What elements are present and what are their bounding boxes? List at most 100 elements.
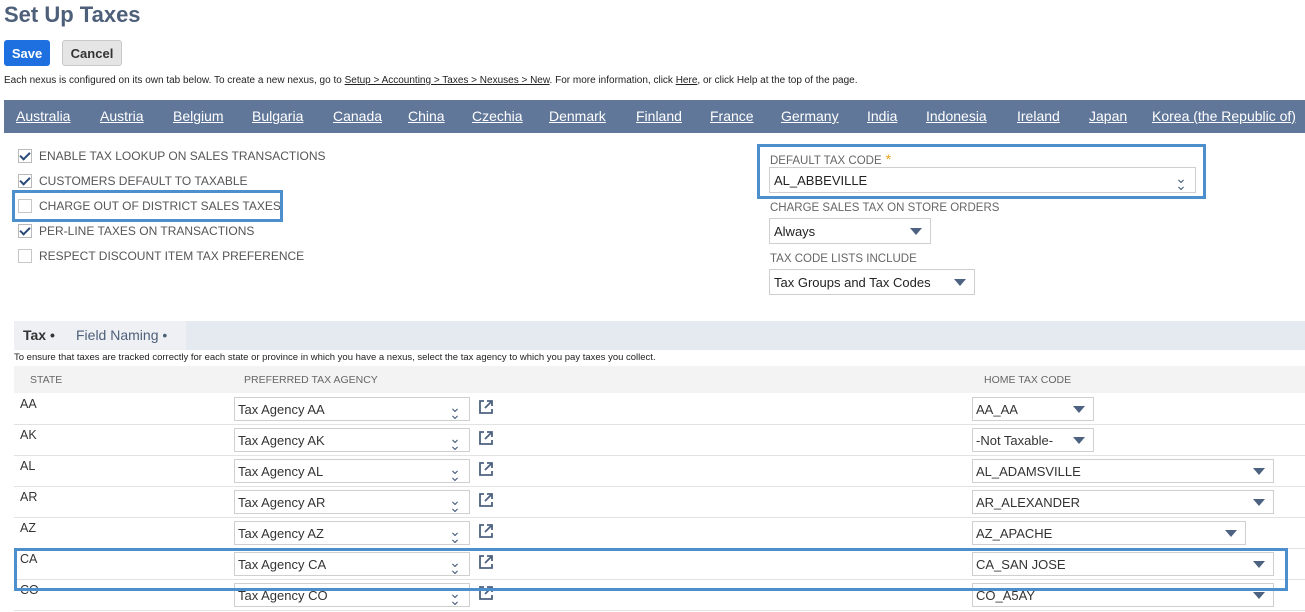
select-value: CA_SAN JOSE bbox=[976, 556, 1066, 572]
checkbox[interactable] bbox=[18, 174, 32, 188]
select-value: Tax Groups and Tax Codes bbox=[774, 274, 931, 290]
table-row: CO Tax Agency CO ⌄ ⌄ CO_A5AY bbox=[14, 579, 1305, 611]
dropdown-arrow-icon bbox=[954, 278, 966, 286]
double-chevron-icon: ⌄ ⌄ bbox=[1175, 170, 1187, 193]
home-tax-code-select[interactable]: -Not Taxable- bbox=[972, 428, 1094, 452]
nexus-setup-link[interactable]: Setup > Accounting > Taxes > Nexuses > N… bbox=[345, 75, 550, 86]
open-external-icon[interactable] bbox=[478, 430, 494, 446]
option-customers-default-taxable[interactable]: CUSTOMERS DEFAULT TO TAXABLE bbox=[18, 172, 248, 190]
option-respect-discount[interactable]: RESPECT DISCOUNT ITEM TAX PREFERENCE bbox=[18, 247, 304, 265]
tab-field-naming[interactable]: Field Naming • bbox=[76, 327, 167, 343]
double-chevron-icon: ⌄ ⌄ bbox=[449, 523, 461, 546]
tab-indonesia[interactable]: Indonesia bbox=[926, 100, 987, 133]
preferred-agency-select[interactable]: Tax Agency AL ⌄ ⌄ bbox=[234, 459, 470, 483]
tab-korea[interactable]: Korea (the Republic of) bbox=[1152, 100, 1296, 133]
checkbox[interactable] bbox=[18, 224, 32, 238]
info-mid: . For more information, click bbox=[549, 75, 676, 86]
save-button[interactable]: Save bbox=[4, 40, 50, 66]
tab-tax[interactable]: Tax • bbox=[23, 327, 55, 343]
select-value: Tax Agency CA bbox=[238, 556, 327, 572]
tab-czechia[interactable]: Czechia bbox=[472, 100, 523, 133]
preferred-agency-select[interactable]: Tax Agency CA ⌄ ⌄ bbox=[234, 552, 470, 576]
open-external-icon[interactable] bbox=[478, 399, 494, 415]
default-tax-code-select[interactable]: AL_ABBEVILLE ⌄ ⌄ bbox=[769, 167, 1196, 193]
select-value: Always bbox=[774, 223, 816, 239]
state-cell: AL bbox=[20, 459, 36, 473]
dropdown-arrow-icon bbox=[1073, 436, 1085, 444]
state-cell: CA bbox=[20, 552, 38, 566]
cancel-button[interactable]: Cancel bbox=[62, 40, 122, 66]
home-tax-code-select[interactable]: CO_A5AY bbox=[972, 583, 1274, 607]
tab-japan[interactable]: Japan bbox=[1089, 100, 1127, 133]
tab-germany[interactable]: Germany bbox=[781, 100, 839, 133]
select-value: Tax Agency AR bbox=[238, 494, 326, 510]
home-tax-code-select[interactable]: AL_ADAMSVILLE bbox=[972, 459, 1274, 483]
tab-ireland[interactable]: Ireland bbox=[1017, 100, 1060, 133]
select-value: Tax Agency AK bbox=[238, 432, 325, 448]
state-cell: AZ bbox=[20, 521, 36, 535]
table-row: AR Tax Agency AR ⌄ ⌄ AR_ALEXANDER bbox=[14, 486, 1305, 518]
table-row: CA Tax Agency CA ⌄ ⌄ CA_SAN JOSE bbox=[14, 548, 1305, 580]
tab-finland[interactable]: Finland bbox=[636, 100, 682, 133]
open-external-icon[interactable] bbox=[478, 585, 494, 601]
preferred-agency-select[interactable]: Tax Agency AZ ⌄ ⌄ bbox=[234, 521, 470, 545]
preferred-agency-select[interactable]: Tax Agency AA ⌄ ⌄ bbox=[234, 397, 470, 421]
select-value: Tax Agency AZ bbox=[238, 525, 324, 541]
option-charge-out-of-district[interactable]: CHARGE OUT OF DISTRICT SALES TAXES bbox=[18, 197, 281, 215]
open-external-icon[interactable] bbox=[478, 554, 494, 570]
tab-canada[interactable]: Canada bbox=[333, 100, 382, 133]
tab-china[interactable]: China bbox=[408, 100, 445, 133]
dropdown-arrow-icon bbox=[1253, 498, 1265, 506]
tab-india[interactable]: India bbox=[867, 100, 897, 133]
help-here-link[interactable]: Here bbox=[676, 75, 698, 86]
select-value: Tax Agency CO bbox=[238, 587, 328, 603]
tab-tax-label: Tax bbox=[23, 327, 47, 343]
store-orders-select[interactable]: Always bbox=[769, 218, 931, 244]
preferred-agency-select[interactable]: Tax Agency CO ⌄ ⌄ bbox=[234, 583, 470, 607]
preferred-agency-select[interactable]: Tax Agency AK ⌄ ⌄ bbox=[234, 428, 470, 452]
tab-austria[interactable]: Austria bbox=[100, 100, 144, 133]
select-value: AA_AA bbox=[976, 401, 1018, 417]
select-value: AL_ADAMSVILLE bbox=[976, 463, 1081, 479]
option-label: ENABLE TAX LOOKUP ON SALES TRANSACTIONS bbox=[39, 149, 326, 163]
open-external-icon[interactable] bbox=[478, 523, 494, 539]
tab-australia[interactable]: Australia bbox=[16, 100, 70, 133]
dropdown-arrow-icon bbox=[1253, 591, 1265, 599]
tab-bulgaria[interactable]: Bulgaria bbox=[252, 100, 303, 133]
preferred-agency-select[interactable]: Tax Agency AR ⌄ ⌄ bbox=[234, 490, 470, 514]
option-per-line-taxes[interactable]: PER-LINE TAXES ON TRANSACTIONS bbox=[18, 222, 254, 240]
col-home: HOME TAX CODE bbox=[984, 374, 1072, 386]
info-pre: Each nexus is configured on its own tab … bbox=[4, 75, 345, 86]
tab-france[interactable]: France bbox=[710, 100, 754, 133]
code-lists-label: TAX CODE LISTS INCLUDE bbox=[770, 253, 917, 265]
home-tax-code-select[interactable]: AA_AA bbox=[972, 397, 1094, 421]
select-value: -Not Taxable- bbox=[976, 432, 1054, 448]
default-tax-code-label: DEFAULT TAX CODE * bbox=[770, 151, 891, 167]
open-external-icon[interactable] bbox=[478, 461, 494, 477]
state-cell: AK bbox=[20, 428, 37, 442]
required-marker: * bbox=[885, 151, 892, 167]
checkbox[interactable] bbox=[18, 199, 32, 213]
state-cell: AR bbox=[20, 490, 38, 504]
tab-denmark[interactable]: Denmark bbox=[549, 100, 606, 133]
code-lists-select[interactable]: Tax Groups and Tax Codes bbox=[769, 269, 975, 295]
dropdown-arrow-icon bbox=[910, 227, 922, 235]
state-cell: AA bbox=[20, 397, 37, 411]
option-enable-tax-lookup[interactable]: ENABLE TAX LOOKUP ON SALES TRANSACTIONS bbox=[18, 147, 326, 165]
tab-belgium[interactable]: Belgium bbox=[173, 100, 224, 133]
checkbox[interactable] bbox=[18, 249, 32, 263]
info-text: Each nexus is configured on its own tab … bbox=[4, 75, 857, 86]
label-text: DEFAULT TAX CODE bbox=[770, 155, 882, 167]
table-row: AK Tax Agency AK ⌄ ⌄ -Not Taxable- bbox=[14, 424, 1305, 456]
open-external-icon[interactable] bbox=[478, 492, 494, 508]
home-tax-code-select[interactable]: CA_SAN JOSE bbox=[972, 552, 1274, 576]
tab-dot: • bbox=[49, 327, 55, 343]
col-agency: PREFERRED TAX AGENCY bbox=[244, 374, 378, 386]
home-tax-code-select[interactable]: AZ_APACHE bbox=[972, 521, 1246, 545]
select-value: AZ_APACHE bbox=[976, 525, 1053, 541]
double-chevron-icon: ⌄ ⌄ bbox=[449, 461, 461, 484]
home-tax-code-select[interactable]: AR_ALEXANDER bbox=[972, 490, 1274, 514]
checkbox[interactable] bbox=[18, 149, 32, 163]
select-value: AL_ABBEVILLE bbox=[774, 172, 868, 188]
select-value: AR_ALEXANDER bbox=[976, 494, 1081, 510]
